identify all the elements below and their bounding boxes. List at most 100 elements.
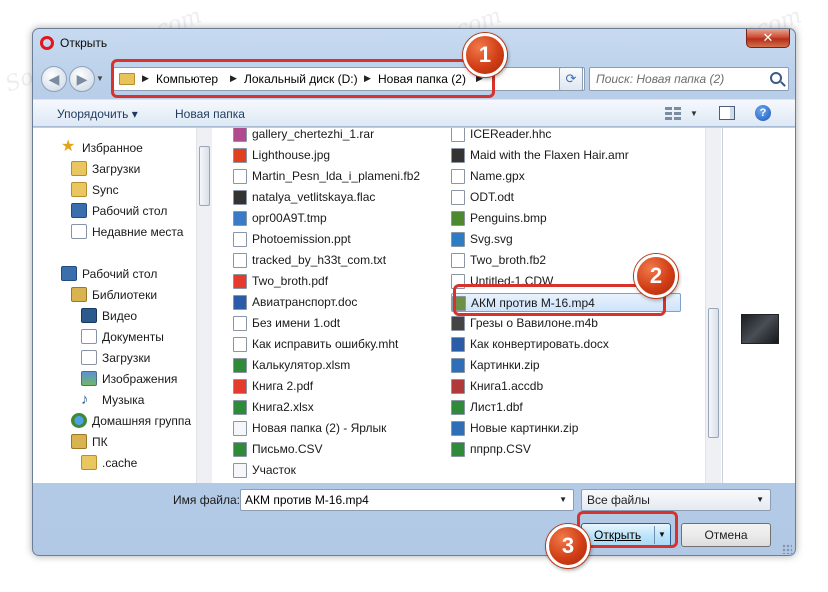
file-item[interactable]: Книга2.xlsx (233, 398, 438, 417)
content-area: ★ Избранное Загрузки Sync Рабочий стол Н… (33, 128, 795, 483)
back-button[interactable]: ◀ (41, 66, 67, 92)
amr-file-icon (451, 148, 465, 163)
resize-grip[interactable] (782, 544, 792, 554)
generic-file-icon (233, 421, 247, 436)
file-item[interactable]: tracked_by_h33t_com.txt (233, 251, 438, 270)
desktop-icon (71, 203, 87, 218)
scrollbar-thumb[interactable] (199, 146, 210, 206)
scrollbar-thumb[interactable] (708, 308, 719, 438)
highlight-open-button (577, 511, 678, 548)
file-item[interactable]: ICEReader.hhc (451, 128, 681, 144)
file-name: opr00A9T.tmp (252, 211, 327, 225)
close-button[interactable]: ✕ (746, 29, 790, 48)
step-badge-3: 3 (546, 524, 590, 568)
view-options-dropdown-icon[interactable]: ▼ (690, 109, 698, 118)
file-item[interactable]: Письмо.CSV (233, 440, 438, 459)
file-name: natalya_vetlitskaya.flac (252, 190, 376, 204)
file-name: Письмо.CSV (252, 442, 323, 456)
file-name: Новая папка (2) - Ярлык (252, 421, 387, 435)
file-name: tracked_by_h33t_com.txt (252, 253, 387, 267)
pdf-file-icon (233, 379, 247, 394)
star-icon: ★ (61, 138, 76, 155)
filetype-select[interactable]: Все файлы ▼ (581, 489, 771, 511)
sidebar-item-label: Документы (102, 330, 164, 344)
file-item[interactable]: Калькулятор.xlsm (233, 356, 438, 375)
file-name: gallery_chertezhi_1.rar (252, 128, 375, 141)
file-item[interactable]: Авиатранспорт.doc (233, 293, 438, 312)
file-item[interactable]: Картинки.zip (451, 356, 681, 375)
file-name: Two_broth.pdf (252, 274, 329, 288)
organize-menu[interactable]: Упорядочить ▾ (57, 107, 138, 121)
sidebar-item-label: Рабочий стол (92, 204, 168, 218)
svg-file-icon (451, 232, 465, 247)
file-name: Новые картинки.zip (470, 421, 579, 435)
file-item[interactable]: Грезы о Вавилоне.m4b (451, 314, 681, 333)
file-name: Martin_Pesn_lda_i_plameni.fb2 (252, 169, 421, 183)
file-item[interactable]: Svg.svg (451, 230, 681, 249)
file-item[interactable]: Maid with the Flaxen Hair.amr (451, 146, 681, 165)
step-badge-2: 2 (634, 254, 678, 298)
file-item[interactable]: ппрпр.CSV (451, 440, 681, 459)
search-icon[interactable] (770, 72, 782, 84)
preview-pane-icon[interactable] (719, 106, 735, 120)
sidebar-item-label: Видео (102, 309, 138, 323)
file-item[interactable]: Участок (233, 461, 438, 480)
file-item[interactable]: Lighthouse.jpg (233, 146, 438, 165)
file-item[interactable]: Лист1.dbf (451, 398, 681, 417)
downloads-folder-icon (71, 161, 87, 176)
file-list-scrollbar[interactable] (705, 128, 721, 483)
file-name: Как конвертировать.docx (470, 337, 609, 351)
search-input[interactable]: Поиск: Новая папка (2) (589, 67, 789, 91)
file-item[interactable]: Martin_Pesn_lda_i_plameni.fb2 (233, 167, 438, 186)
file-item[interactable]: Two_broth.pdf (233, 272, 438, 291)
change-view-icon[interactable] (665, 105, 683, 121)
filename-dropdown-icon[interactable]: ▼ (559, 495, 567, 504)
filetype-dropdown-icon[interactable]: ▼ (756, 495, 764, 504)
file-name: Грезы о Вавилоне.m4b (470, 316, 598, 330)
filename-field[interactable]: АКМ против М-16.mp4 ▼ (240, 489, 574, 511)
sidebar-item-label: Изображения (102, 372, 178, 386)
highlight-address-bar (111, 59, 495, 98)
file-item[interactable]: Без имени 1.odt (233, 314, 438, 333)
file-item[interactable]: Книга1.accdb (451, 377, 681, 396)
navigation-pane: ★ Избранное Загрузки Sync Рабочий стол Н… (33, 128, 212, 483)
file-item[interactable]: Name.gpx (451, 167, 681, 186)
txt-file-icon (233, 253, 247, 268)
navigation-scrollbar[interactable] (196, 128, 212, 483)
pictures-library-icon (81, 371, 97, 386)
file-item[interactable]: Новая папка (2) - Ярлык (233, 419, 438, 438)
new-folder-button[interactable]: Новая папка (175, 107, 245, 121)
refresh-button[interactable]: ⟳ (559, 67, 583, 91)
file-item[interactable]: gallery_chertezhi_1.rar (233, 128, 438, 144)
cancel-button[interactable]: Отмена (681, 523, 771, 547)
fb2-file-icon (451, 253, 465, 268)
file-item[interactable]: Как исправить ошибку.mht (233, 335, 438, 354)
doc-file-icon (233, 295, 247, 310)
file-name: Name.gpx (470, 169, 525, 183)
file-item[interactable]: Книга 2.pdf (233, 377, 438, 396)
dbf-file-icon (451, 400, 465, 415)
file-name: Картинки.zip (470, 358, 540, 372)
homegroup-icon (71, 413, 87, 428)
sidebar-item-label: ПК (92, 435, 108, 449)
file-name: Лист1.dbf (470, 400, 523, 414)
highlight-selected-file (453, 284, 666, 316)
fb2-file-icon (233, 169, 247, 184)
file-name: Без имени 1.odt (252, 316, 341, 330)
file-item[interactable]: natalya_vetlitskaya.flac (233, 188, 438, 207)
odt-file-icon (233, 316, 247, 331)
file-item[interactable]: Penguins.bmp (451, 209, 681, 228)
file-item[interactable]: opr00A9T.tmp (233, 209, 438, 228)
forward-button[interactable]: ▶ (69, 66, 95, 92)
step-badge-1: 1 (463, 33, 507, 77)
file-item[interactable]: Новые картинки.zip (451, 419, 681, 438)
music-note-icon: ♪ (81, 391, 89, 408)
file-item[interactable]: Как конвертировать.docx (451, 335, 681, 354)
sidebar-item-label: Недавние места (92, 225, 184, 239)
file-item[interactable]: Photoemission.ppt (233, 230, 438, 249)
file-item[interactable]: ODT.odt (451, 188, 681, 207)
help-icon[interactable]: ? (755, 105, 771, 121)
file-name: Как исправить ошибку.mht (252, 337, 399, 351)
video-library-icon (81, 308, 97, 323)
recent-pages-dropdown-icon[interactable]: ▼ (96, 74, 108, 83)
